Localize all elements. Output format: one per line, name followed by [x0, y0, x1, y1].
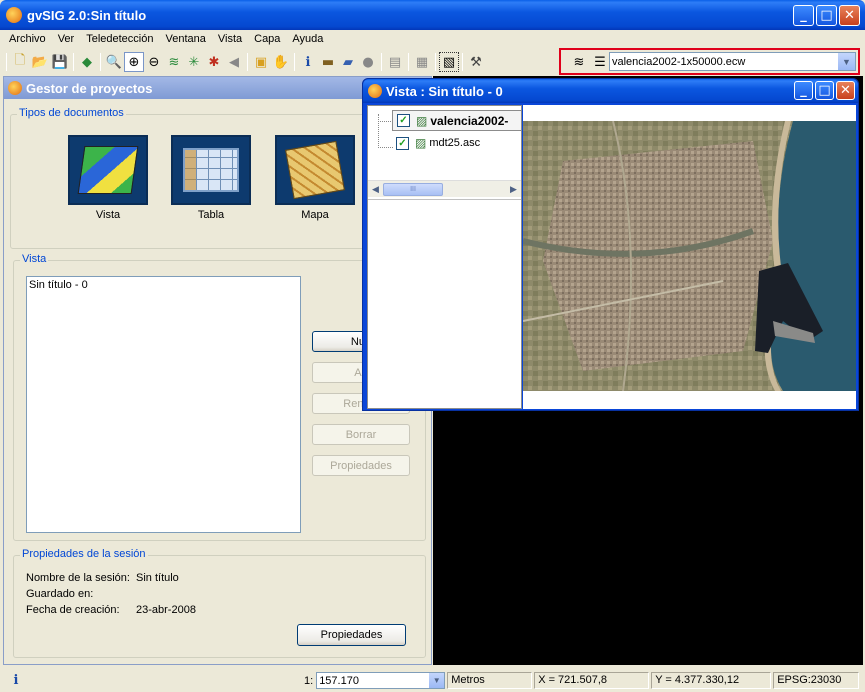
zoom-in-icon[interactable]: ⊕ [124, 52, 144, 72]
menu-archivo[interactable]: Archivo [3, 30, 52, 49]
epsg-code: EPSG:23030 [773, 672, 860, 689]
mapa-doc-icon [275, 135, 355, 205]
doc-type-mapa-label: Mapa [301, 209, 329, 221]
new-file-icon[interactable]: 🗋 [10, 52, 30, 72]
layer-mdt25-checkbox[interactable]: ✓ [396, 136, 409, 150]
scroll-thumb[interactable]: III [383, 182, 443, 196]
view-window: Vista : Sin título - 0 _ □ ✕ ✓ ▨ valenci… [362, 78, 859, 411]
layer-combo[interactable]: valencia2002-1x50000.ecw ▼ [609, 52, 856, 71]
scroll-right-icon[interactable]: ▶ [506, 182, 521, 197]
map-canvas[interactable] [523, 105, 856, 409]
doc-type-tabla-label: Tabla [197, 209, 225, 221]
list-item[interactable]: Sin título - 0 [29, 279, 298, 291]
doc-type-vista-label: Vista [95, 209, 121, 221]
doc-types-label: Tipos de documentos [17, 107, 126, 119]
creation-date-label: Fecha de creación: [26, 604, 120, 616]
scale-prefix: 1: [304, 674, 314, 687]
scroll-left-icon[interactable]: ◀ [368, 182, 383, 197]
zoom-select-icon[interactable]: 🔍 [104, 52, 124, 72]
menu-vista[interactable]: Vista [212, 30, 248, 49]
locator-icon[interactable]: ▧ [439, 52, 459, 72]
menu-ayuda[interactable]: Ayuda [286, 30, 329, 49]
project-manager-icon [8, 81, 22, 95]
gvsig-app-icon [6, 7, 22, 23]
view-window-icon [368, 84, 382, 98]
orthophoto-image [523, 121, 856, 391]
select-icon[interactable]: ▣ [251, 52, 271, 72]
open-folder-icon[interactable]: 📂 [30, 52, 50, 72]
session-name-value: Sin título [136, 572, 179, 584]
close-button[interactable]: ✕ [839, 5, 860, 26]
view-title-bar: Vista : Sin título - 0 _ □ ✕ [363, 79, 858, 103]
y-coordinate: Y = 4.377.330,12 [651, 672, 772, 689]
layer-combo-value: valencia2002-1x50000.ecw [612, 55, 746, 68]
raster-layer-icon: ▨ [415, 136, 427, 150]
status-bar: i 1: 157.170 ▼ Metros X = 721.507,8 Y = … [0, 669, 865, 692]
menu-bar: Archivo Ver Teledetección Ventana Vista … [3, 30, 329, 49]
menu-capa[interactable]: Capa [248, 30, 286, 49]
doc-type-vista[interactable]: Vista [68, 135, 148, 221]
main-title-bar: gvSIG 2.0:Sin título _ □ ✕ [0, 0, 865, 30]
project-manager-title: Gestor de proyectos [26, 80, 153, 96]
save-icon[interactable]: 💾 [50, 52, 70, 72]
zoom-out-icon[interactable]: ⊖ [144, 52, 164, 72]
hyperlink-icon[interactable]: ● [358, 52, 378, 72]
info-status-icon: i [13, 673, 19, 688]
scale-value: 157.170 [319, 674, 359, 687]
menu-teledeteccion[interactable]: Teledetección [80, 30, 159, 49]
layer-list-icon[interactable]: ☰ [590, 52, 610, 72]
pan-hand-icon[interactable]: ✋ [271, 52, 291, 72]
vista-list[interactable]: Sin título - 0 [26, 276, 301, 533]
info-icon[interactable]: ℹ [298, 52, 318, 72]
properties-button[interactable]: Propiedades [312, 455, 410, 476]
previous-zoom-icon[interactable]: ◀ [224, 52, 244, 72]
zoom-less-icon[interactable]: ✱ [204, 52, 224, 72]
combo-arrow-icon[interactable]: ▼ [838, 53, 855, 70]
layer-valencia-name: valencia2002- [430, 113, 509, 128]
layer-row-mdt25[interactable]: ✓ ▨ mdt25.asc [396, 136, 480, 150]
table-icon[interactable]: ▤ [385, 52, 405, 72]
vista-doc-icon [68, 135, 148, 205]
doc-type-mapa[interactable]: Mapa [275, 135, 355, 221]
zoom-more-icon[interactable]: ✳ [184, 52, 204, 72]
session-group-label: Propiedades de la sesión [20, 548, 148, 560]
view-maximize-button[interactable]: □ [815, 81, 834, 100]
units-cell: Metros [447, 672, 533, 689]
toolbar: 🗋 📂 💾 ◆ 🔍 ⊕ ⊖ ≋ ✳ ✱ ◀ ▣ ✋ ℹ ▬ ▰ ● ▤ ▦ ▧ … [4, 51, 486, 73]
table-of-contents: ✓ ▨ valencia2002- ✓ ▨ mdt25.asc ◀ III ▶ [367, 105, 522, 409]
full-extent-icon[interactable]: ≋ [164, 52, 184, 72]
saved-in-label: Guardado en: [26, 588, 94, 600]
layer-row-valencia[interactable]: ✓ ▨ valencia2002- [392, 110, 522, 131]
layer-mdt25-name: mdt25.asc [429, 137, 481, 149]
scale-arrow-icon[interactable]: ▼ [429, 673, 445, 688]
x-coordinate: X = 721.507,8 [534, 672, 650, 689]
grid-icon[interactable]: ▦ [412, 52, 432, 72]
toc-horizontal-scrollbar[interactable]: ◀ III ▶ [368, 180, 521, 197]
creation-date-value: 23-abr-2008 [136, 604, 196, 616]
session-name-label: Nombre de la sesión: [26, 572, 130, 584]
session-properties-button[interactable]: Propiedades [297, 624, 406, 646]
raster-layers-icon[interactable]: ≋ [569, 52, 589, 72]
minimize-button[interactable]: _ [793, 5, 814, 26]
measure-area-icon[interactable]: ▰ [338, 52, 358, 72]
menu-ver[interactable]: Ver [52, 30, 81, 49]
session-group: Propiedades de la sesión Nombre de la se… [13, 548, 426, 658]
measure-distance-icon[interactable]: ▬ [318, 52, 338, 72]
delete-button[interactable]: Borrar [312, 424, 410, 445]
view-close-button[interactable]: ✕ [836, 81, 855, 100]
tabla-doc-icon [171, 135, 251, 205]
doc-type-tabla[interactable]: Tabla [171, 135, 251, 221]
layer-valencia-checkbox[interactable]: ✓ [397, 114, 410, 127]
view-minimize-button[interactable]: _ [794, 81, 813, 100]
app-title: gvSIG 2.0:Sin título [27, 7, 147, 23]
view-window-title: Vista : Sin título - 0 [386, 83, 503, 99]
vista-group-label: Vista [20, 253, 49, 265]
layer-selector-highlight: ≋ ☰ valencia2002-1x50000.ecw ▼ [559, 48, 860, 75]
scale-combo[interactable]: 157.170 ▼ [316, 672, 446, 689]
add-layer-icon[interactable]: ◆ [77, 52, 97, 72]
maximize-button[interactable]: □ [816, 5, 837, 26]
raster-layer-icon: ▨ [416, 113, 428, 128]
menu-ventana[interactable]: Ventana [159, 30, 211, 49]
tools-icon[interactable]: ⚒ [466, 52, 486, 72]
